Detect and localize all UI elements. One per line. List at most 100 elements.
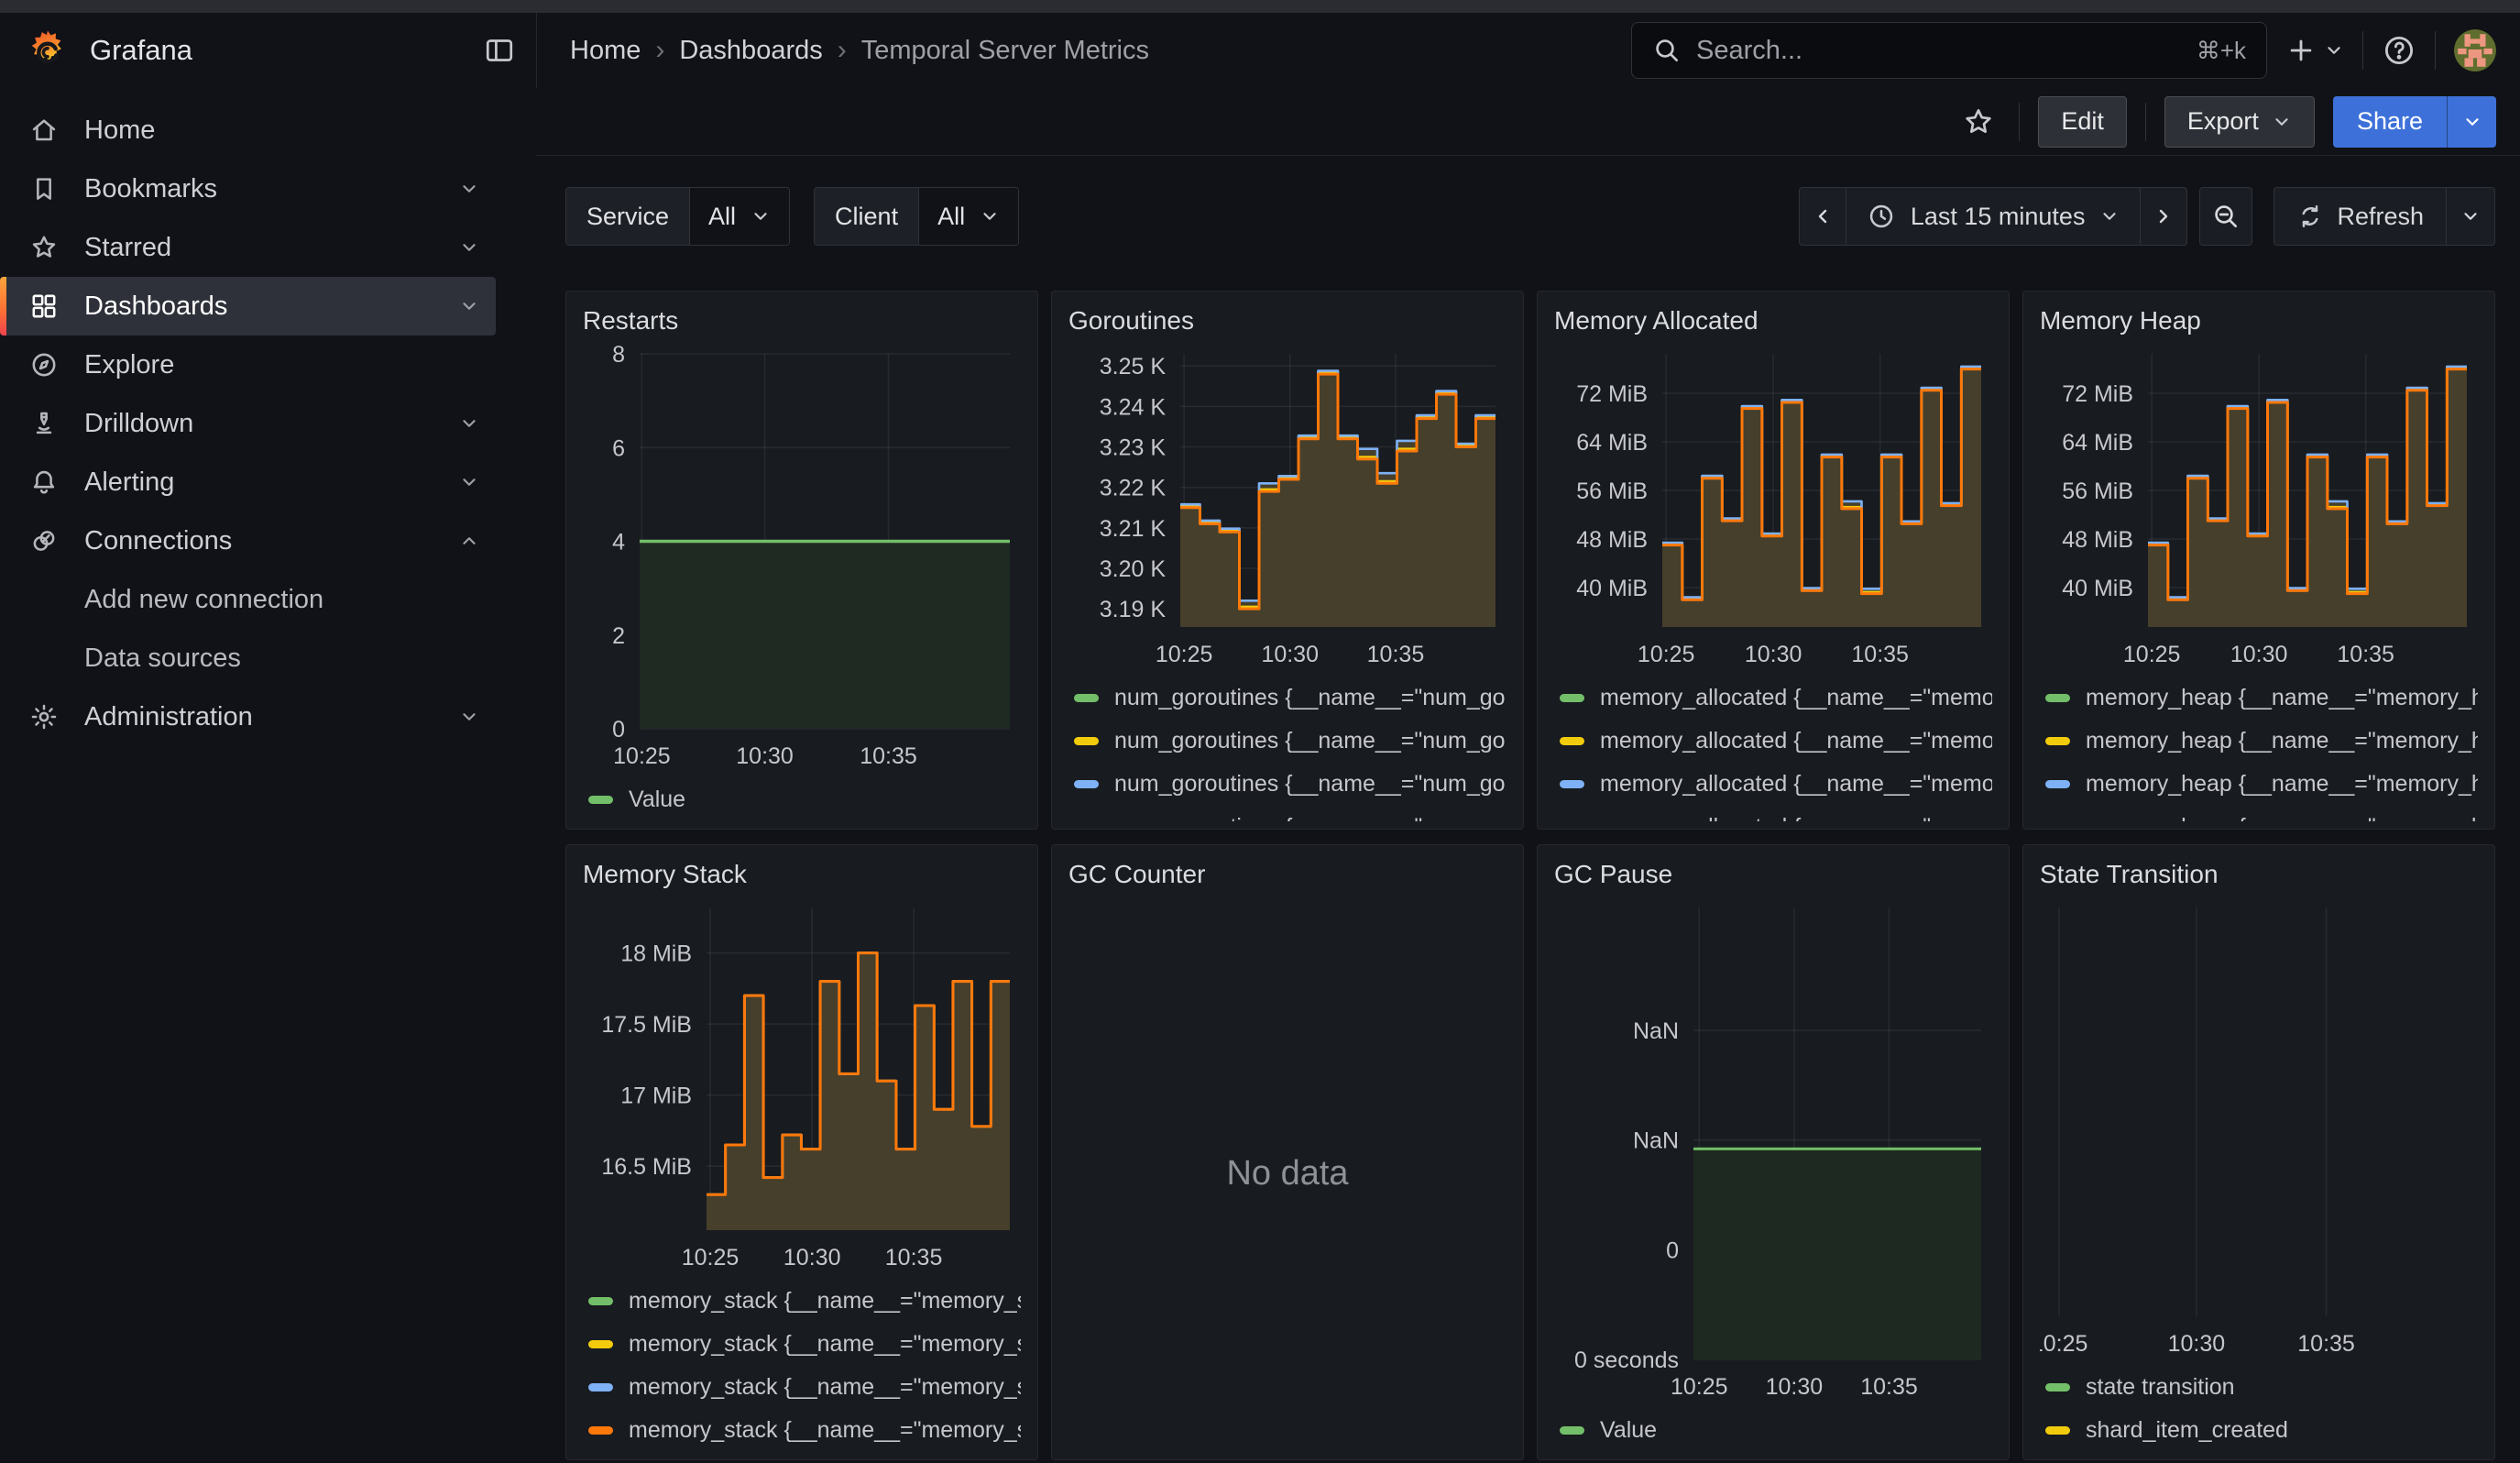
sidebar-toggle-icon[interactable] [481,32,518,69]
panel-title[interactable]: GC Pause [1554,854,1992,895]
legend-item[interactable]: state transition [2045,1366,2478,1409]
legend-label[interactable]: memory_allocated {__name__="memo [1600,728,1992,754]
legend-item[interactable]: num_goroutines {__name__="num_go [1074,763,1507,806]
legend-item[interactable]: memory_stack {__name__="memory_s [588,1366,1021,1409]
legend-label[interactable]: memory_heap {__name__="memory_h [2086,685,2478,711]
legend-item[interactable]: memory_heap {__name__="memory_h [2045,676,2478,720]
help-circle-icon[interactable] [2382,33,2416,68]
x-axis-tick-label: 10:25 [682,1245,740,1270]
share-button[interactable]: Share [2333,96,2447,148]
panels-grid: Restarts0246810:2510:3010:35 Value Gorouti… [565,291,2520,1460]
legend-label[interactable]: memory_stack {__name__="memory_s [629,1288,1021,1314]
time-range-picker[interactable]: Last 15 minutes [1846,187,2142,246]
zoom-out-icon[interactable] [2199,187,2252,246]
panel-title[interactable]: Memory Allocated [1554,301,1992,341]
legend-marker [588,1340,613,1348]
y-axis-tick-label: 3.24 K [1100,394,1167,420]
panel-title[interactable]: GC Counter [1068,854,1507,895]
legend-label[interactable]: memory_heap {__name__="memory_h [2086,728,2478,754]
search-input[interactable]: Search... ⌘+k [1631,22,2267,79]
legend-item[interactable]: Value [1560,1409,1992,1452]
sidebar-item-data-sources[interactable]: Data sources [0,629,496,688]
legend-item[interactable]: memory_heap {__name__="memory_h [2045,806,2478,821]
sidebar-item-label: Starred [84,233,171,263]
chart-canvas: 16.5 MiB17 MiB17.5 MiB18 MiB10:2510:3010… [583,895,1021,1276]
breadcrumb-item-home[interactable]: Home [570,36,641,66]
legend-item[interactable]: memory_allocated {__name__="memo [1560,720,1992,763]
filter-value-dropdown[interactable]: All [918,188,1018,245]
panel-title[interactable]: Restarts [583,301,1021,341]
legend-label[interactable]: memory_stack {__name__="memory_s [629,1417,1021,1444]
legend: num_goroutines {__name__="num_go num_goro… [1068,676,1507,821]
legend: memory_allocated {__name__="memo memory_a… [1554,676,1992,821]
edit-button[interactable]: Edit [2038,96,2127,148]
panel-memory-heap: Memory Heap40 MiB48 MiB56 MiB64 MiB72 Mi… [2022,291,2495,830]
sidebar-item-drilldown[interactable]: Drilldown [0,394,496,453]
panel-title[interactable]: Memory Heap [2040,301,2478,341]
sidebar-item-alerting[interactable]: Alerting [0,453,496,512]
legend-label[interactable]: memory_stack {__name__="memory_s [629,1374,1021,1401]
time-shift-back-button[interactable] [1799,187,1846,246]
panel-title[interactable]: Memory Stack [583,854,1021,895]
legend-item[interactable]: memory_stack {__name__="memory_s [588,1280,1021,1323]
legend-item[interactable]: memory_stack {__name__="memory_s [588,1323,1021,1366]
legend-label[interactable]: memory_allocated {__name__="memo [1600,771,1992,798]
refresh-button[interactable]: Refresh [2273,187,2447,246]
legend-label[interactable]: Value [629,786,685,813]
sidebar-item-explore[interactable]: Explore [0,336,496,394]
y-axis-tick-label: 64 MiB [1576,430,1648,456]
sidebar-item-starred[interactable]: Starred [0,218,496,277]
export-button[interactable]: Export [2164,96,2315,148]
legend-label[interactable]: memory_heap {__name__="memory_h [2086,814,2478,821]
legend-item[interactable]: shard_item_created [2045,1409,2478,1452]
sidebar-item-connections[interactable]: Connections [0,512,496,570]
sidebar-item-add-new-connection[interactable]: Add new connection [0,570,496,629]
y-axis-tick-label: 17.5 MiB [601,1012,692,1038]
share-menu-chevron[interactable] [2447,96,2496,148]
legend-label[interactable]: memory_allocated {__name__="memo [1600,814,1992,821]
legend: memory_heap {__name__="memory_h memory_he… [2040,676,2478,821]
legend-item[interactable]: memory_allocated {__name__="memo [1560,806,1992,821]
panel-title[interactable]: State Transition [2040,854,2478,895]
chart-svg: 16.5 MiB17 MiB17.5 MiB18 MiB10:2510:3010… [583,895,1021,1276]
legend-label[interactable]: num_goroutines {__name__="num_go [1114,728,1506,754]
filter-value-dropdown[interactable]: All [689,188,789,245]
sidebar-item-bookmarks[interactable]: Bookmarks [0,160,496,218]
user-avatar[interactable] [2454,29,2496,72]
legend-label[interactable]: memory_allocated {__name__="memo [1600,685,1992,711]
refresh-interval-chevron[interactable] [2446,187,2495,246]
star-dashboard-icon[interactable] [1956,100,2000,144]
panel-title[interactable]: Goroutines [1068,301,1507,341]
legend-item[interactable]: memory_heap {__name__="memory_h [2045,720,2478,763]
legend-label[interactable]: num_goroutines {__name__="num_go [1114,685,1506,711]
header-brand-section: Grafana [0,13,536,88]
sidebar-item-home[interactable]: Home [0,101,496,160]
chart-svg: 0246810:2510:3010:35 [583,341,1021,775]
legend-label[interactable]: shard_item_created [2086,1417,2288,1444]
legend-marker [588,1426,613,1435]
breadcrumb-separator: › [838,35,847,66]
legend-item[interactable]: memory_heap {__name__="memory_h [2045,763,2478,806]
legend-item[interactable]: num_goroutines {__name__="num_go [1074,676,1507,720]
y-axis-tick-label: 56 MiB [2062,478,2133,504]
legend-label[interactable]: memory_stack {__name__="memory_s [629,1331,1021,1358]
legend-item[interactable]: Value [588,778,1021,821]
legend-label[interactable]: state transition [2086,1374,2235,1401]
window-top-strip [0,0,2520,13]
legend-item[interactable]: memory_stack {__name__="memory_s [588,1409,1021,1452]
legend-item[interactable]: memory_allocated {__name__="memo [1560,676,1992,720]
legend-label[interactable]: num_goroutines {__name__="num_go [1114,814,1506,821]
breadcrumb-item-dashboards[interactable]: Dashboards [679,36,822,66]
legend-item[interactable]: memory_allocated {__name__="memo [1560,763,1992,806]
x-axis-tick-label: 10:30 [1745,642,1802,667]
add-new-button[interactable] [2285,35,2344,66]
legend-label[interactable]: memory_heap {__name__="memory_h [2086,771,2478,798]
legend-label[interactable]: Value [1600,1417,1657,1444]
legend-item[interactable]: num_goroutines {__name__="num_go [1074,806,1507,821]
sidebar-item-administration[interactable]: Administration [0,688,496,746]
time-shift-forward-button[interactable] [2140,187,2187,246]
legend-item[interactable]: num_goroutines {__name__="num_go [1074,720,1507,763]
sidebar-item-dashboards[interactable]: Dashboards [0,277,496,336]
legend-label[interactable]: num_goroutines {__name__="num_go [1114,771,1506,798]
x-axis-tick-label: 10:35 [1851,642,1909,667]
